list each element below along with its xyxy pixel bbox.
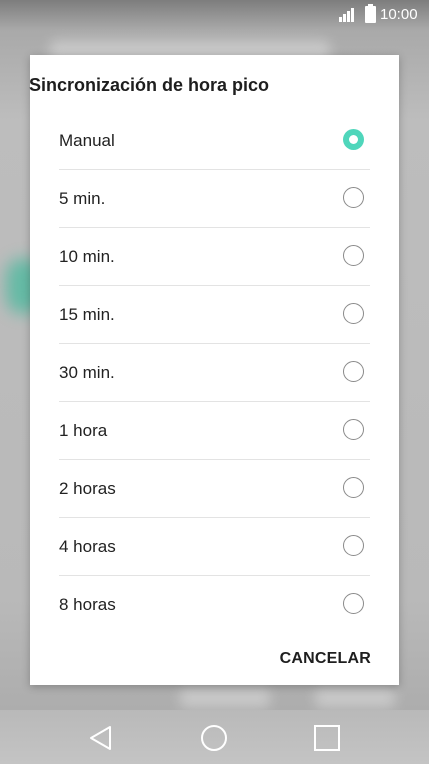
home-icon[interactable] <box>199 723 229 753</box>
option-list: Manual 5 min. 10 min. 15 min. 30 min. 1 … <box>30 112 399 633</box>
back-icon[interactable] <box>86 723 116 753</box>
option-8-horas[interactable]: 8 horas <box>59 576 370 633</box>
option-label: 10 min. <box>59 247 115 266</box>
cancel-button[interactable]: CANCELAR <box>280 649 371 669</box>
battery-icon <box>365 4 376 23</box>
option-label: 4 horas <box>59 537 116 556</box>
dialog-title: Sincronización de hora pico <box>29 75 270 95</box>
radio-button-icon[interactable] <box>343 187 364 208</box>
option-1-hora[interactable]: 1 hora <box>59 402 370 460</box>
status-bar: 10:00 <box>0 0 429 30</box>
radio-button-icon[interactable] <box>343 477 364 498</box>
option-label: 1 hora <box>59 421 108 440</box>
radio-button-icon[interactable] <box>343 303 364 324</box>
radio-button-icon[interactable] <box>343 245 364 266</box>
option-label: 2 horas <box>59 479 116 498</box>
radio-button-icon[interactable] <box>343 419 364 440</box>
signal-icon <box>339 6 357 22</box>
radio-button-icon[interactable] <box>343 129 364 150</box>
status-time: 10:00 <box>380 6 418 23</box>
navigation-bar <box>0 710 429 764</box>
option-label: 30 min. <box>59 363 115 382</box>
recents-icon[interactable] <box>312 723 342 753</box>
option-30-min[interactable]: 30 min. <box>59 344 370 402</box>
option-label: 15 min. <box>59 305 115 324</box>
option-15-min[interactable]: 15 min. <box>59 286 370 344</box>
option-label: 5 min. <box>59 189 106 208</box>
option-5-min[interactable]: 5 min. <box>59 170 370 228</box>
radio-button-icon[interactable] <box>343 593 364 614</box>
option-2-horas[interactable]: 2 horas <box>59 460 370 518</box>
option-10-min[interactable]: 10 min. <box>59 228 370 286</box>
option-label: 8 horas <box>59 595 116 614</box>
radio-button-icon[interactable] <box>343 361 364 382</box>
option-4-horas[interactable]: 4 horas <box>59 518 370 576</box>
radio-button-icon[interactable] <box>343 535 364 556</box>
option-label: Manual <box>59 131 115 150</box>
option-manual[interactable]: Manual <box>59 112 370 170</box>
